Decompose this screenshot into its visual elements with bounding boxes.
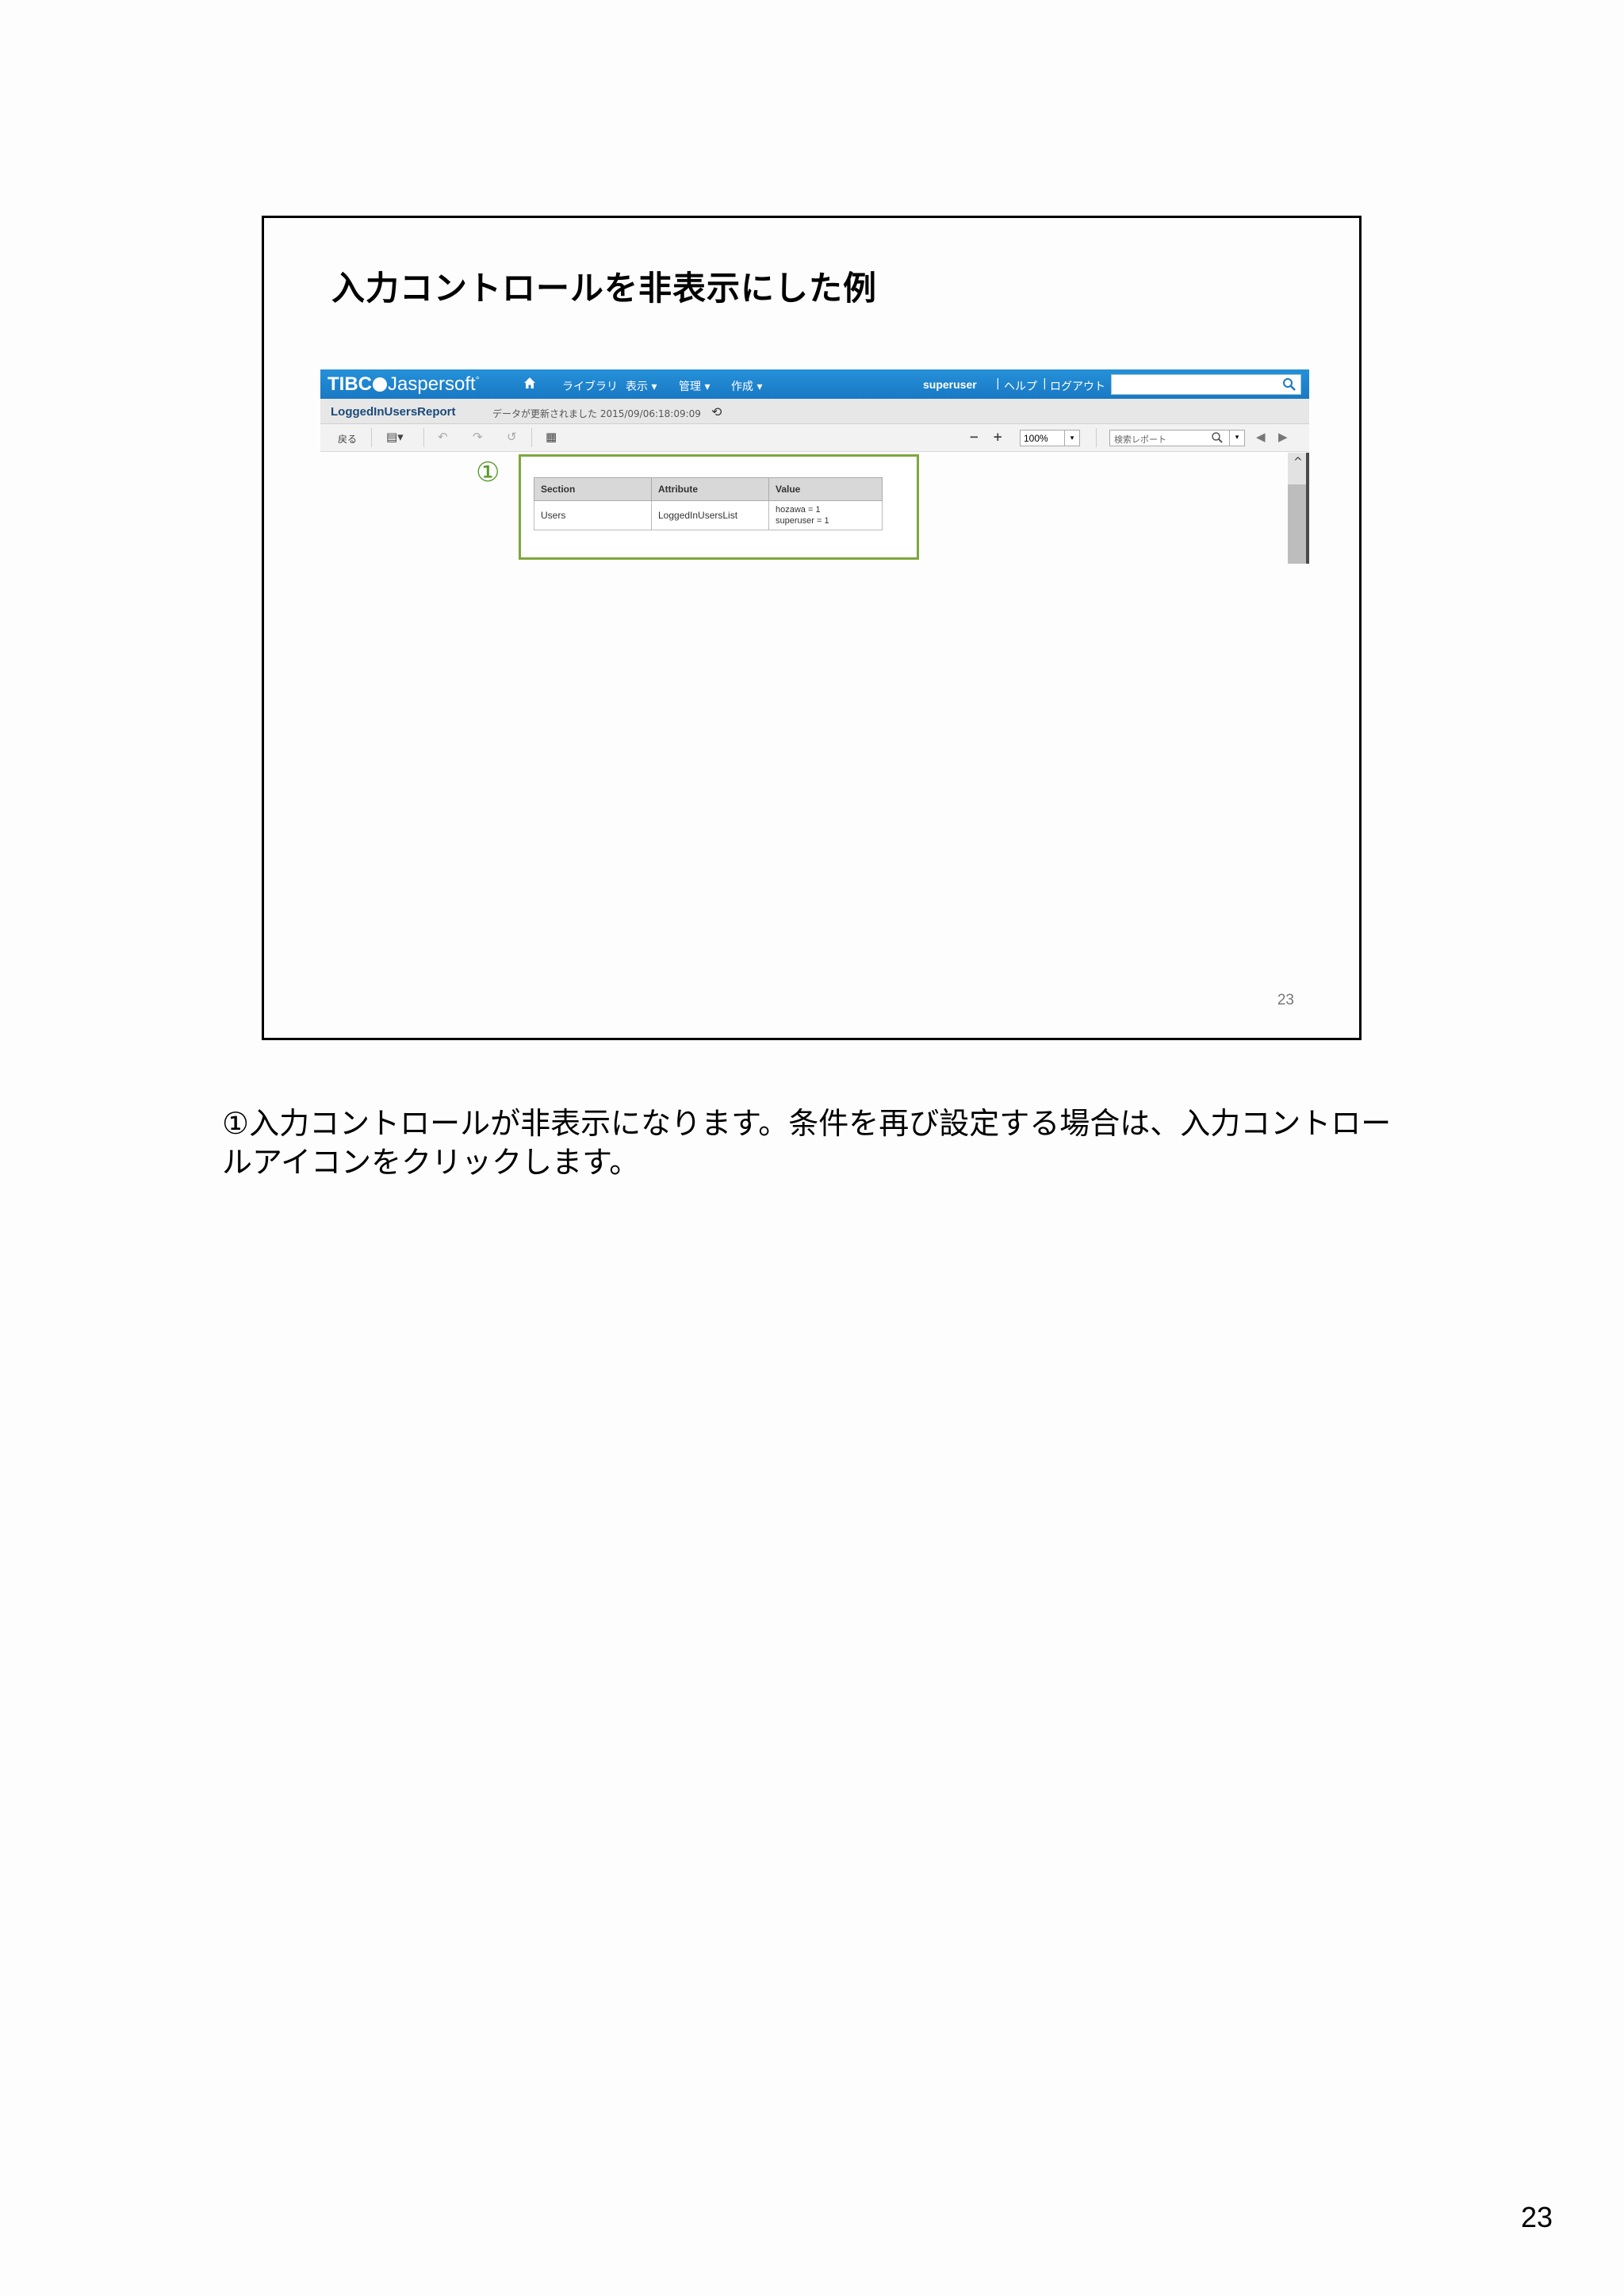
data-updated-text: データが更新されました 2015/09/06:18:09:09 bbox=[492, 408, 701, 419]
top-navigation-bar: TIBC Jaspersoft° ライブラリ 表示 ▾ 管理 ▾ 作成 ▾ sup… bbox=[320, 369, 1309, 399]
cell-value: hozawa = 1 superuser = 1 bbox=[768, 500, 883, 530]
zoom-in-icon[interactable]: + bbox=[993, 430, 1003, 444]
chevron-down-icon: ▾ bbox=[1064, 430, 1079, 446]
cell-section: Users bbox=[534, 500, 652, 530]
toolbar-divider bbox=[1096, 428, 1097, 447]
redo-icon[interactable]: ↷ bbox=[473, 430, 483, 444]
home-icon[interactable] bbox=[523, 377, 536, 389]
back-button[interactable]: 戻る bbox=[338, 432, 357, 446]
separator: | bbox=[996, 377, 1000, 390]
column-header: Value bbox=[768, 477, 883, 501]
input-controls-icon[interactable]: ▦ bbox=[546, 430, 557, 444]
column-header: Section bbox=[534, 477, 652, 501]
logo-suffix: Jaspersoft bbox=[388, 373, 476, 395]
undo-icon[interactable]: ↶ bbox=[438, 430, 448, 444]
report-table: Section Attribute Value Users LoggedInUs… bbox=[534, 477, 883, 530]
magnifier-icon[interactable] bbox=[1211, 431, 1224, 444]
scroll-edge bbox=[1306, 453, 1309, 564]
refresh-icon[interactable]: ⟲ bbox=[711, 404, 722, 419]
zoom-select[interactable]: 100% ▾ bbox=[1020, 430, 1080, 446]
toolbar-divider bbox=[531, 428, 532, 447]
report-header: LoggedInUsersReport データが更新されました 2015/09/… bbox=[320, 399, 1309, 424]
global-search-input[interactable] bbox=[1111, 374, 1301, 395]
slide: 入力コントロールを非表示にした例 TIBC Jaspersoft° ライブラリ 表… bbox=[262, 216, 1362, 1040]
find-placeholder: 検索レポート bbox=[1114, 434, 1166, 445]
search-icon[interactable] bbox=[1282, 377, 1296, 391]
cell-attribute: LoggedInUsersList bbox=[651, 500, 769, 530]
report-name: LoggedInUsersReport bbox=[331, 405, 456, 419]
tibco-o-icon bbox=[373, 377, 387, 392]
vertical-scrollbar[interactable]: ^ bbox=[1288, 453, 1309, 564]
chevron-down-icon: ▾ bbox=[1229, 430, 1244, 446]
help-link[interactable]: ヘルプ bbox=[1004, 378, 1037, 394]
value-line: superuser = 1 bbox=[776, 516, 829, 526]
logout-link[interactable]: ログアウト bbox=[1050, 378, 1105, 394]
column-header: Attribute bbox=[651, 477, 769, 501]
scroll-up-icon[interactable]: ^ bbox=[1293, 456, 1303, 469]
nav-create[interactable]: 作成 ▾ bbox=[731, 378, 762, 394]
jaspersoft-logo[interactable]: TIBC Jaspersoft° bbox=[327, 373, 480, 396]
nav-manage[interactable]: 管理 ▾ bbox=[679, 378, 710, 394]
user-name[interactable]: superuser bbox=[923, 378, 977, 391]
slide-number: 23 bbox=[1277, 992, 1294, 1008]
export-icon[interactable]: ▤▾ bbox=[386, 430, 404, 444]
value-line: hozawa = 1 bbox=[776, 505, 821, 515]
nav-view[interactable]: 表示 ▾ bbox=[626, 378, 657, 394]
table-row: Users LoggedInUsersList hozawa = 1 super… bbox=[534, 500, 883, 530]
reset-icon[interactable]: ↺ bbox=[507, 430, 517, 444]
toolbar-divider bbox=[423, 428, 424, 447]
nav-library[interactable]: ライブラリ bbox=[562, 378, 618, 394]
table-header-row: Section Attribute Value bbox=[534, 477, 883, 501]
next-icon[interactable]: ▶ bbox=[1278, 430, 1288, 444]
report-highlight-box: Section Attribute Value Users LoggedInUs… bbox=[519, 454, 919, 560]
app-screenshot: TIBC Jaspersoft° ライブラリ 表示 ▾ 管理 ▾ 作成 ▾ sup… bbox=[320, 369, 1309, 568]
separator: | bbox=[1043, 377, 1047, 390]
zoom-value: 100% bbox=[1024, 433, 1048, 444]
toolbar-divider bbox=[371, 428, 372, 447]
caption-text: ①入力コントロールが非表示になります。条件を再び設定する場合は、入力コントロール… bbox=[222, 1106, 1392, 1180]
slide-title: 入力コントロールを非表示にした例 bbox=[331, 269, 878, 308]
callout-marker: ① bbox=[476, 457, 500, 488]
logo-reg: ° bbox=[475, 374, 480, 385]
previous-icon[interactable]: ◀ bbox=[1256, 430, 1266, 444]
page-number: 23 bbox=[1521, 2201, 1553, 2233]
zoom-out-icon[interactable]: − bbox=[969, 430, 979, 444]
logo-prefix: TIBC bbox=[327, 373, 372, 395]
report-toolbar: 戻る ▤▾ ↶ ↷ ↺ ▦ − + 100% ▾ 検索レポート ▾ ◀ ▶ bbox=[320, 424, 1309, 452]
scroll-thumb[interactable] bbox=[1288, 484, 1307, 564]
find-in-report-input[interactable]: 検索レポート ▾ bbox=[1109, 430, 1245, 446]
